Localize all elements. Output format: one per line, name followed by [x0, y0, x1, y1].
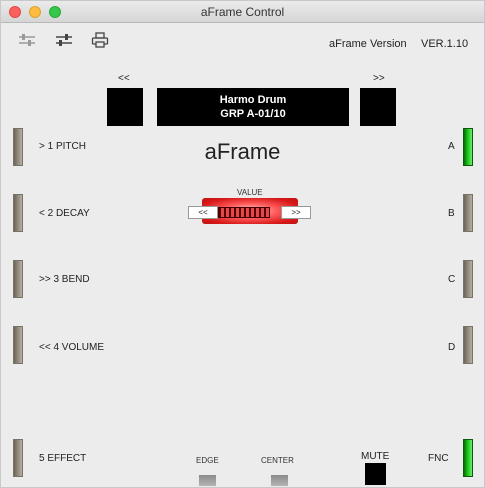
value-control[interactable]: << >> — [188, 198, 311, 224]
aframe-window: aFrame Control aFrame Version VER.1.10 <… — [0, 0, 485, 488]
pitch-label: > 1 PITCH — [39, 141, 86, 152]
value-knob-ridges[interactable] — [218, 207, 270, 218]
prev-button[interactable] — [107, 88, 143, 126]
next-label: >> — [373, 73, 385, 84]
effect-label: 5 EFFECT — [39, 453, 87, 464]
volume-label: << 4 VOLUME — [39, 342, 105, 353]
a-button[interactable] — [463, 128, 473, 166]
effect-button[interactable] — [13, 439, 23, 477]
next-button[interactable] — [360, 88, 396, 126]
b-button[interactable] — [463, 194, 473, 232]
version-value: VER.1.10 — [421, 38, 469, 50]
value-decrement-button[interactable]: << — [188, 206, 218, 219]
printer-icon[interactable] — [90, 31, 110, 49]
sliders-left-icon[interactable] — [17, 31, 37, 49]
a-label: A — [448, 141, 455, 152]
fnc-label: FNC — [428, 453, 449, 464]
sliders-right-icon[interactable] — [54, 31, 74, 49]
preset-display: Harmo Drum GRP A-01/10 — [157, 88, 349, 126]
value-increment-button[interactable]: >> — [281, 206, 311, 219]
bend-button[interactable] — [13, 260, 23, 298]
b-label: B — [448, 208, 455, 219]
d-label: D — [448, 342, 456, 353]
decay-label: < 2 DECAY — [39, 208, 90, 219]
fnc-button[interactable] — [463, 439, 473, 477]
prev-label: << — [118, 73, 130, 84]
c-label: C — [448, 274, 456, 285]
d-button[interactable] — [463, 326, 473, 364]
pitch-button[interactable] — [13, 128, 23, 166]
bend-label: >> 3 BEND — [39, 274, 90, 285]
preset-name: Harmo Drum — [219, 94, 287, 106]
mute-label: MUTE — [361, 451, 390, 462]
version-label: aFrame Version — [329, 38, 407, 50]
volume-button[interactable] — [13, 326, 23, 364]
title-bar[interactable]: aFrame Control — [1, 1, 484, 23]
edge-button[interactable] — [199, 475, 216, 486]
edge-label: EDGE — [196, 456, 219, 465]
center-button[interactable] — [271, 475, 288, 486]
mute-button[interactable] — [365, 463, 386, 485]
c-button[interactable] — [463, 260, 473, 298]
preset-group: GRP A-01/10 — [220, 108, 286, 120]
center-label: CENTER — [261, 456, 294, 465]
decay-button[interactable] — [13, 194, 23, 232]
window-title: aFrame Control — [200, 5, 285, 19]
value-label: VALUE — [237, 188, 263, 197]
